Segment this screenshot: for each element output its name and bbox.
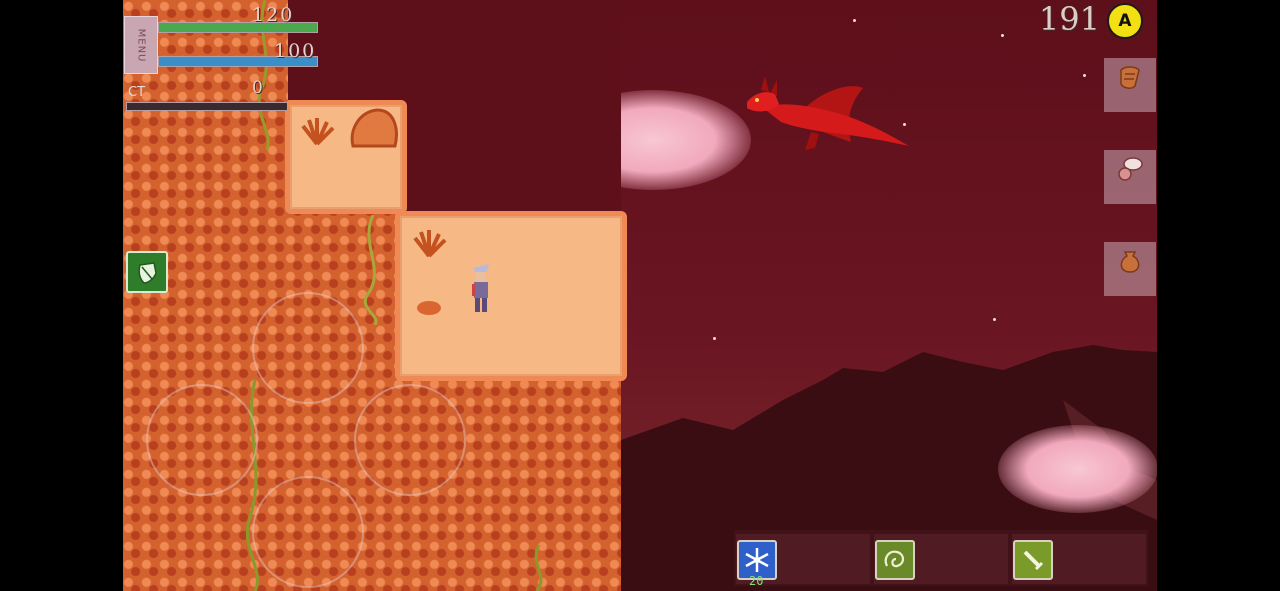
ct-value: 0 bbox=[252, 78, 265, 98]
vine bbox=[534, 545, 543, 591]
bag-icon bbox=[1120, 251, 1140, 273]
side-slot-chat[interactable] bbox=[1104, 150, 1156, 204]
cliff-cutout bbox=[398, 100, 621, 212]
dpad-right[interactable] bbox=[354, 384, 466, 496]
scroll-icon bbox=[1120, 66, 1140, 89]
skill-sword-button[interactable] bbox=[1013, 540, 1053, 580]
speech-bubble-icon bbox=[1118, 157, 1143, 181]
side-slot-bag[interactable] bbox=[1104, 242, 1156, 296]
dpad-left[interactable] bbox=[146, 384, 258, 496]
menu-button[interactable]: MENU bbox=[124, 16, 158, 74]
currency-badge: A bbox=[1107, 3, 1143, 39]
whirlwind-icon bbox=[884, 550, 905, 568]
side-slot-scroll[interactable] bbox=[1104, 58, 1156, 112]
dry-bush bbox=[301, 118, 335, 146]
skill-wind-button[interactable] bbox=[875, 540, 915, 580]
snowflake-icon bbox=[745, 548, 769, 572]
vine bbox=[363, 215, 378, 325]
mp-value: 100 bbox=[274, 40, 317, 62]
hp-value: 120 bbox=[252, 4, 295, 26]
ct-bar bbox=[126, 102, 288, 111]
shield-icon bbox=[138, 262, 157, 284]
dpad-down[interactable] bbox=[252, 476, 364, 588]
gold-amount: 191 bbox=[1038, 0, 1100, 38]
dry-bush bbox=[413, 230, 447, 258]
player-character[interactable] bbox=[469, 260, 493, 316]
sword-icon bbox=[1023, 550, 1044, 571]
menu-label: MENU bbox=[135, 28, 147, 62]
dragon-enemy[interactable] bbox=[741, 72, 913, 164]
cliff-cutout bbox=[288, 0, 621, 100]
skill-ice-count: 20 bbox=[749, 574, 764, 588]
cloud bbox=[998, 425, 1157, 513]
ct-label: CT bbox=[128, 85, 146, 100]
defend-button[interactable] bbox=[126, 251, 168, 293]
small-shrub bbox=[417, 301, 441, 315]
boulder bbox=[350, 108, 398, 148]
dpad-up[interactable] bbox=[252, 292, 364, 404]
